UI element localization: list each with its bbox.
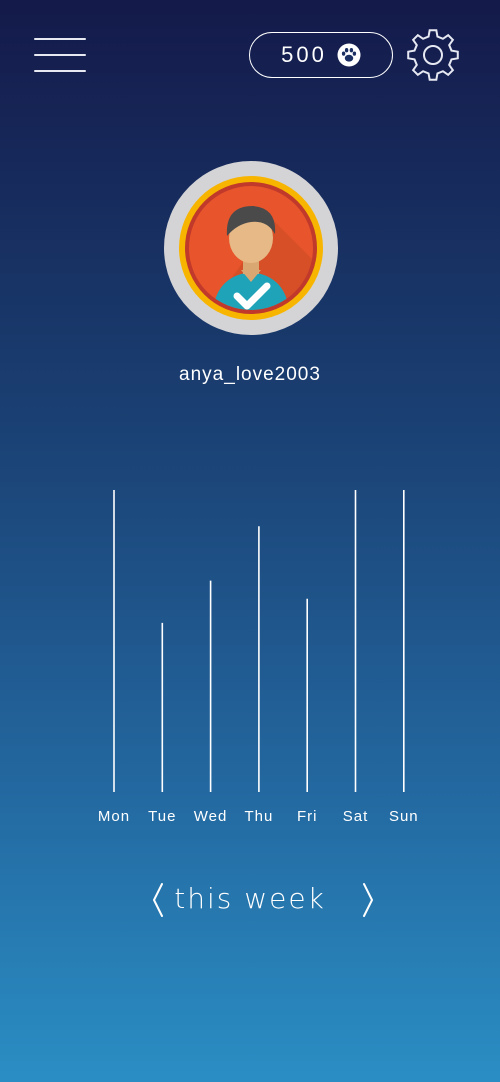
gear-icon[interactable] [404, 26, 462, 84]
weekly-activity-chart: Mon Tue Wed Thu Fri Sat Sun [98, 490, 419, 825]
menu-button[interactable] [32, 36, 88, 76]
chevron-right-icon[interactable] [356, 880, 380, 920]
day-label-sat: Sat [343, 808, 369, 825]
coin-count: 500 [281, 42, 327, 67]
day-label-fri: Fri [297, 808, 318, 825]
paw-icon [337, 43, 361, 67]
day-label-thu: Thu [244, 808, 273, 825]
hamburger-menu-icon [34, 38, 86, 40]
username: anya_love2003 [179, 364, 321, 385]
chevron-left-icon[interactable] [146, 880, 170, 920]
coin-balance[interactable]: 500 [249, 32, 393, 78]
day-label-wed: Wed [194, 808, 228, 825]
day-label-sun: Sun [389, 808, 419, 825]
hamburger-menu-icon-bar [34, 70, 86, 72]
day-label-mon: Mon [98, 808, 130, 825]
week-navigation: this week [0, 874, 500, 926]
week-label: this week [174, 882, 326, 915]
hamburger-menu-icon-bar [34, 54, 86, 56]
day-label-tue: Tue [148, 808, 176, 825]
verified-user-avatar-icon [164, 161, 338, 335]
